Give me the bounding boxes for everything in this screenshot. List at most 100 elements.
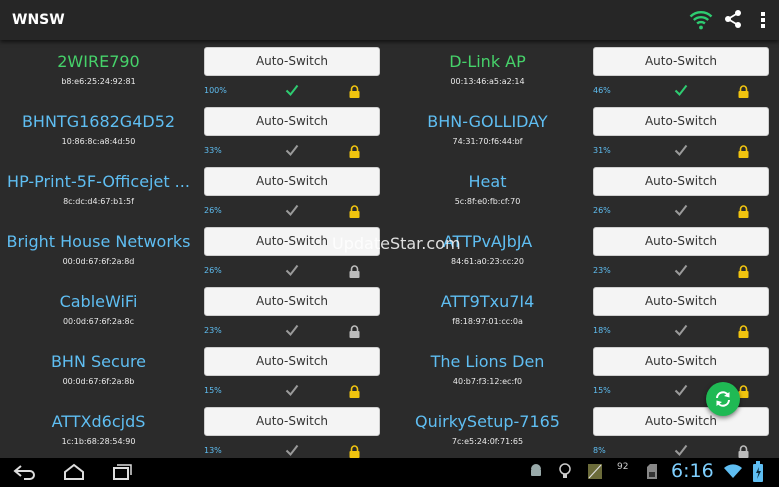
app-title: WNSW [12,12,65,28]
share-icon[interactable] [723,9,743,29]
lock-icon [349,203,360,218]
network-mac: 7c:e5:24:0f:71:65 [451,437,524,446]
check-icon [674,142,688,157]
signal-strength: 15% [593,386,611,395]
network-row[interactable]: HP-Print-5F-Officejet ... 8c:dc:d4:67:b1:… [0,160,389,220]
network-ssid: ATT9Txu7I4 [440,292,535,311]
network-row[interactable]: ATTXd6cjdS 1c:1b:68:28:54:90 Auto-Switch 13… [0,400,389,458]
refresh-icon [716,391,730,407]
auto-switch-button[interactable]: Auto-Switch [204,47,380,76]
lock-icon [349,83,360,98]
check-icon [285,202,299,217]
network-ssid: 2WIRE790 [57,52,140,71]
network-row[interactable]: BHN-GOLLIDAY 74:31:70:f6:44:bf Auto-Switch… [389,100,778,160]
network-mac: 00:0d:67:6f:2a:8c [62,317,135,326]
lock-icon [738,143,749,158]
signal-strength: 26% [204,266,222,275]
auto-switch-button[interactable]: Auto-Switch [204,407,380,436]
signal-strength: 33% [204,146,222,155]
check-icon [674,82,688,97]
sd-card-icon [647,464,657,479]
auto-switch-button[interactable]: Auto-Switch [593,407,769,436]
lock-icon [738,323,749,338]
network-mac: 10:86:8c:a8:4d:50 [61,137,136,146]
check-icon [285,82,299,97]
network-row[interactable]: Bright House Networks 00:0d:67:6f:2a:8d Au… [0,220,389,280]
signal-strength: 8% [593,446,606,455]
action-bar: WNSW [0,0,779,40]
system-bar: 92 6:16 [0,458,779,487]
battery-icon [753,461,763,482]
signal-strength: 26% [204,206,222,215]
network-ssid: Bright House Networks [6,232,191,251]
image-icon [588,464,602,479]
signal-strength: 26% [593,206,611,215]
auto-switch-button[interactable]: Auto-Switch [593,47,769,76]
network-mac: 00:0d:67:6f:2a:8d [62,257,135,266]
wifi-icon[interactable] [689,9,713,31]
network-ssid: CableWiFi [59,292,138,311]
lock-icon [738,263,749,278]
network-ssid: D-Link AP [449,52,526,71]
network-mac: 5c:8f:e0:fb:cf:70 [454,197,521,206]
network-ssid: The Lions Den [430,352,545,371]
clock: 6:16 [671,460,714,482]
back-icon[interactable] [12,462,38,482]
check-icon [285,382,299,397]
lock-icon [349,143,360,158]
network-mac: 8c:dc:d4:67:b1:5f [63,197,134,206]
network-column-left: 2WIRE790 b8:e6:25:24:92:81 Auto-Switch 100%… [0,40,389,458]
auto-switch-button[interactable]: Auto-Switch [593,227,769,256]
network-row[interactable]: CableWiFi 00:0d:67:6f:2a:8c Auto-Switch 23% [0,280,389,340]
network-mac: 74:31:70:f6:44:bf [452,137,523,146]
auto-switch-button[interactable]: Auto-Switch [204,287,380,316]
network-ssid: BHNTG1682G4D52 [21,112,176,131]
network-mac: b8:e6:25:24:92:81 [61,77,136,86]
android-icon [531,464,541,476]
auto-switch-button[interactable]: Auto-Switch [593,347,769,376]
auto-switch-button[interactable]: Auto-Switch [593,107,769,136]
network-ssid: BHN Secure [50,352,147,371]
signal-strength: 23% [593,266,611,275]
signal-strength: 23% [204,326,222,335]
check-icon [285,262,299,277]
check-icon [674,322,688,337]
lock-icon [738,383,749,398]
lock-icon [349,323,360,338]
network-row[interactable]: BHNTG1682G4D52 10:86:8c:a8:4d:50 Auto-Swit… [0,100,389,160]
network-ssid: BHN-GOLLIDAY [427,112,548,131]
network-row[interactable]: Heat 5c:8f:e0:fb:cf:70 Auto-Switch 26% [389,160,778,220]
network-row[interactable]: 2WIRE790 b8:e6:25:24:92:81 Auto-Switch 100% [0,40,389,100]
home-icon[interactable] [62,462,86,482]
lock-icon [738,203,749,218]
network-row[interactable]: ATT9Txu7I4 f8:18:97:01:cc:0a Auto-Switch 18… [389,280,778,340]
lock-icon [738,83,749,98]
overflow-menu-icon[interactable] [757,9,769,31]
auto-switch-button[interactable]: Auto-Switch [204,167,380,196]
auto-switch-button[interactable]: Auto-Switch [204,107,380,136]
lock-icon [738,443,749,458]
recent-apps-icon[interactable] [111,462,133,482]
signal-strength: 31% [593,146,611,155]
lock-icon [349,383,360,398]
check-icon [674,382,688,397]
network-ssid: QuirkySetup-7165 [415,412,560,431]
check-icon [674,262,688,277]
auto-switch-button[interactable]: Auto-Switch [593,167,769,196]
auto-switch-button[interactable]: Auto-Switch [204,347,380,376]
watermark: UpdateStar.com [332,234,461,253]
network-row[interactable]: BHN Secure 00:0d:67:6f:2a:8b Auto-Switch 15… [0,340,389,400]
network-mac: 00:13:46:a5:a2:14 [450,77,525,86]
lightbulb-icon [559,463,571,478]
auto-switch-button[interactable]: Auto-Switch [593,287,769,316]
notification-count: 92 [617,462,629,472]
check-icon [285,142,299,157]
check-icon [285,442,299,457]
network-mac: 1c:1b:68:28:54:90 [61,437,136,446]
network-mac: f8:18:97:01:cc:0a [452,317,523,326]
signal-strength: 18% [593,326,611,335]
network-row[interactable]: D-Link AP 00:13:46:a5:a2:14 Auto-Switch 46% [389,40,778,100]
refresh-button[interactable] [706,382,740,416]
signal-strength: 13% [204,446,222,455]
signal-strength: 100% [204,86,227,95]
